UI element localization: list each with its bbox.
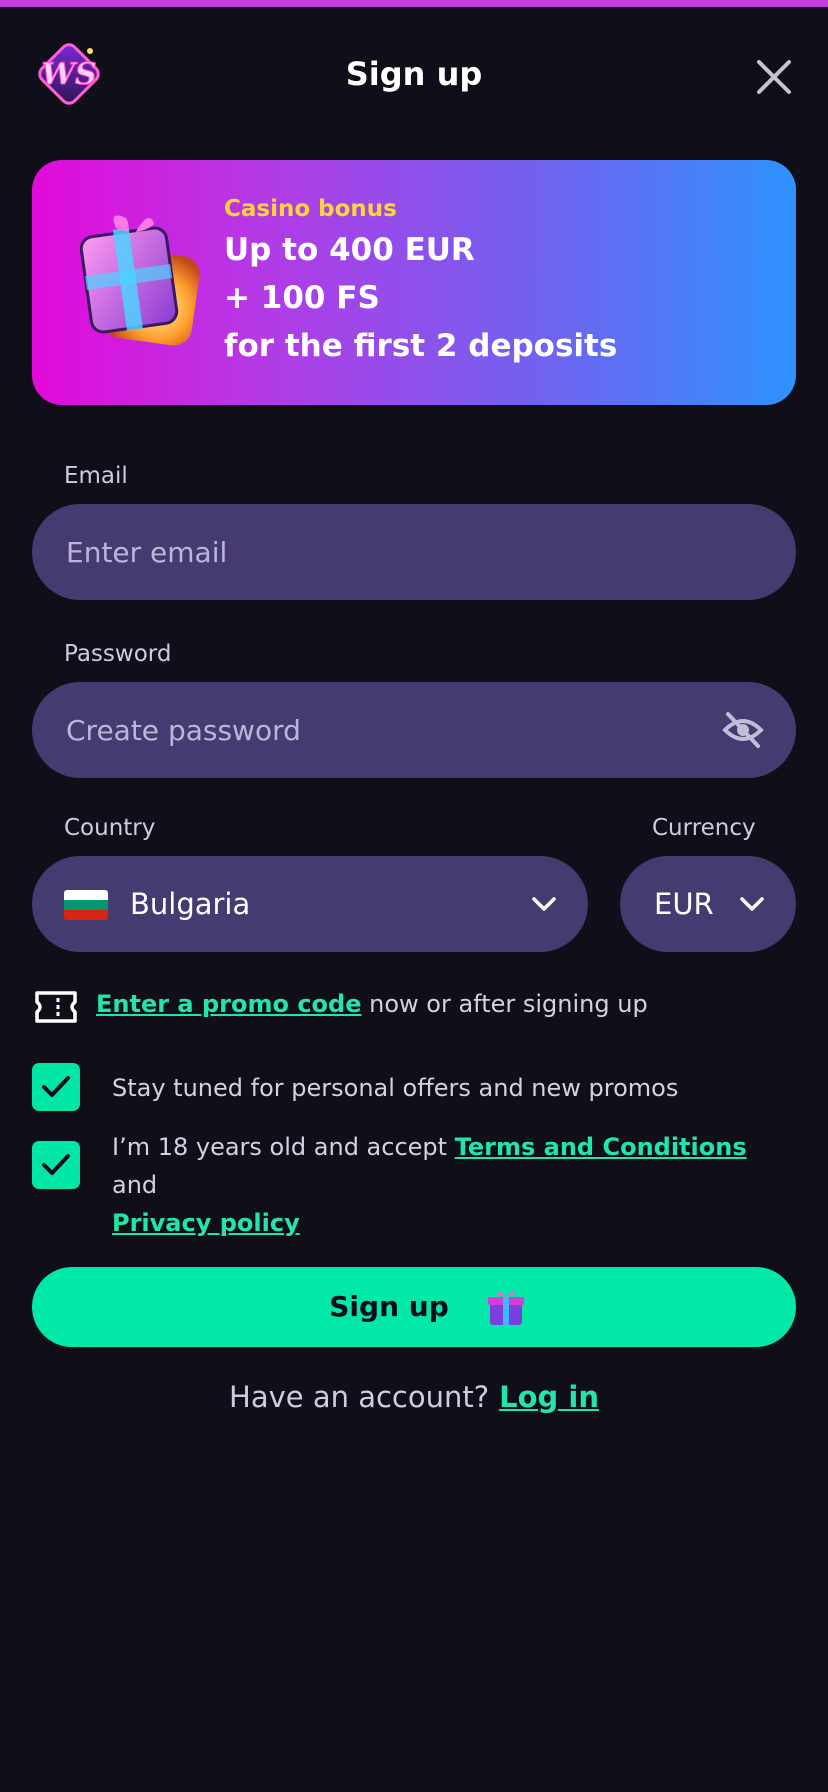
eye-off-icon	[722, 712, 764, 748]
flag-stripe-white	[64, 890, 108, 900]
bulgaria-flag-icon	[64, 890, 108, 920]
age-consent-middle: and	[112, 1171, 158, 1199]
ticket-icon	[34, 990, 78, 1024]
currency-value: EUR	[654, 887, 714, 921]
promo-code-row: Enter a promo code now or after signing …	[32, 988, 796, 1028]
top-accent-bar	[0, 0, 828, 7]
sign-up-button-label: Sign up	[329, 1290, 449, 1323]
sign-up-button[interactable]: Sign up	[32, 1267, 796, 1347]
login-prompt: Have an account?	[229, 1380, 490, 1414]
checkmark-icon	[42, 1154, 70, 1175]
header: WS Sign up	[0, 7, 828, 145]
age-consent-prefix: I’m 18 years old and accept	[112, 1133, 455, 1161]
terms-link[interactable]: Terms and Conditions	[455, 1133, 747, 1161]
age-consent-text: I’m 18 years old and accept Terms and Co…	[112, 1128, 792, 1242]
bonus-condition: for the first 2 deposits	[224, 328, 618, 364]
country-value: Bulgaria	[130, 887, 251, 921]
currency-select[interactable]: EUR	[620, 856, 796, 952]
login-row: Have an account? Log in	[0, 1380, 828, 1414]
close-icon	[757, 60, 791, 94]
age-terms-checkbox[interactable]	[32, 1141, 80, 1189]
toggle-password-visibility-button[interactable]	[722, 710, 764, 750]
login-link[interactable]: Log in	[499, 1380, 599, 1414]
password-input[interactable]	[66, 682, 666, 778]
offers-consent-text: Stay tuned for personal offers and new p…	[112, 1074, 679, 1102]
password-field[interactable]	[32, 682, 796, 778]
country-select[interactable]: Bulgaria	[32, 856, 588, 952]
checkmark-icon	[42, 1076, 70, 1097]
country-label: Country	[64, 815, 156, 841]
promo-text: Enter a promo code now or after signing …	[96, 990, 648, 1018]
close-button[interactable]	[752, 55, 796, 99]
bonus-amount: Up to 400 EUR	[224, 232, 475, 268]
bonus-free-spins: + 100 FS	[224, 280, 380, 316]
currency-label: Currency	[652, 815, 756, 841]
flag-stripe-green	[64, 900, 108, 910]
gift-icon	[486, 1287, 526, 1327]
gift-box-icon	[68, 210, 248, 370]
email-field[interactable]	[32, 504, 796, 600]
email-input[interactable]	[66, 504, 666, 600]
flag-stripe-red	[64, 910, 108, 920]
chevron-down-icon	[738, 890, 766, 918]
chevron-down-icon	[530, 890, 558, 918]
page-title: Sign up	[345, 55, 483, 93]
password-label: Password	[64, 641, 172, 667]
bonus-tag: Casino bonus	[224, 196, 397, 222]
privacy-policy-link[interactable]: Privacy policy	[112, 1209, 300, 1237]
bonus-banner[interactable]: Casino bonus Up to 400 EUR + 100 FS for …	[32, 160, 796, 405]
email-label: Email	[64, 463, 128, 489]
promo-suffix: now or after signing up	[361, 990, 648, 1018]
promo-code-link[interactable]: Enter a promo code	[96, 990, 362, 1018]
offers-checkbox[interactable]	[32, 1063, 80, 1111]
